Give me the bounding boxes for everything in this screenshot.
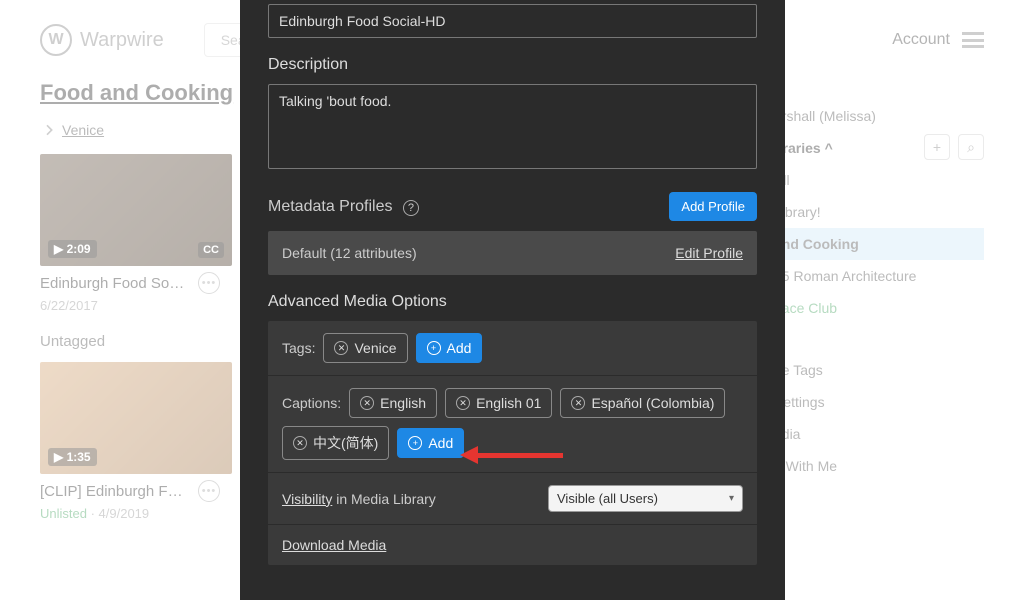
caption-chip[interactable]: ✕中文(简体) <box>282 426 389 460</box>
description-label: Description <box>268 56 757 74</box>
visibility-link[interactable]: Visibility <box>282 491 332 507</box>
edit-media-modal: Description Metadata Profiles ? Add Prof… <box>240 0 785 600</box>
add-caption-button[interactable]: Add <box>397 428 464 458</box>
advanced-label: Advanced Media Options <box>268 293 757 311</box>
metadata-label: Metadata Profiles ? <box>268 198 419 216</box>
add-tag-button[interactable]: Add <box>416 333 483 363</box>
captions-label: Captions: <box>282 395 341 411</box>
caption-chip[interactable]: ✕Español (Colombia) <box>560 388 725 418</box>
add-profile-button[interactable]: Add Profile <box>669 192 757 221</box>
remove-icon[interactable]: ✕ <box>456 396 470 410</box>
caption-chip[interactable]: ✕English <box>349 388 437 418</box>
annotation-arrow <box>460 446 563 464</box>
title-field[interactable] <box>268 4 757 38</box>
remove-icon[interactable]: ✕ <box>293 436 307 450</box>
plus-icon <box>408 436 422 450</box>
edit-profile-link[interactable]: Edit Profile <box>675 245 743 261</box>
visibility-select[interactable]: Visible (all Users)▾ <box>548 485 743 512</box>
help-icon[interactable]: ? <box>403 200 419 216</box>
description-field[interactable] <box>268 84 757 169</box>
profile-row: Default (12 attributes) Edit Profile <box>268 231 757 275</box>
tags-row: Tags: ✕Venice Add <box>268 321 757 376</box>
profile-name: Default (12 attributes) <box>282 245 417 261</box>
remove-icon[interactable]: ✕ <box>571 396 585 410</box>
download-row: Download Media <box>268 525 757 565</box>
download-media-link[interactable]: Download Media <box>282 537 386 553</box>
chevron-down-icon: ▾ <box>729 493 734 504</box>
visibility-row: Visibility in Media Library Visible (all… <box>268 473 757 525</box>
plus-icon <box>427 341 441 355</box>
tag-chip[interactable]: ✕Venice <box>323 333 407 363</box>
caption-chip[interactable]: ✕English 01 <box>445 388 552 418</box>
remove-icon[interactable]: ✕ <box>334 341 348 355</box>
tags-label: Tags: <box>282 340 315 356</box>
remove-icon[interactable]: ✕ <box>360 396 374 410</box>
